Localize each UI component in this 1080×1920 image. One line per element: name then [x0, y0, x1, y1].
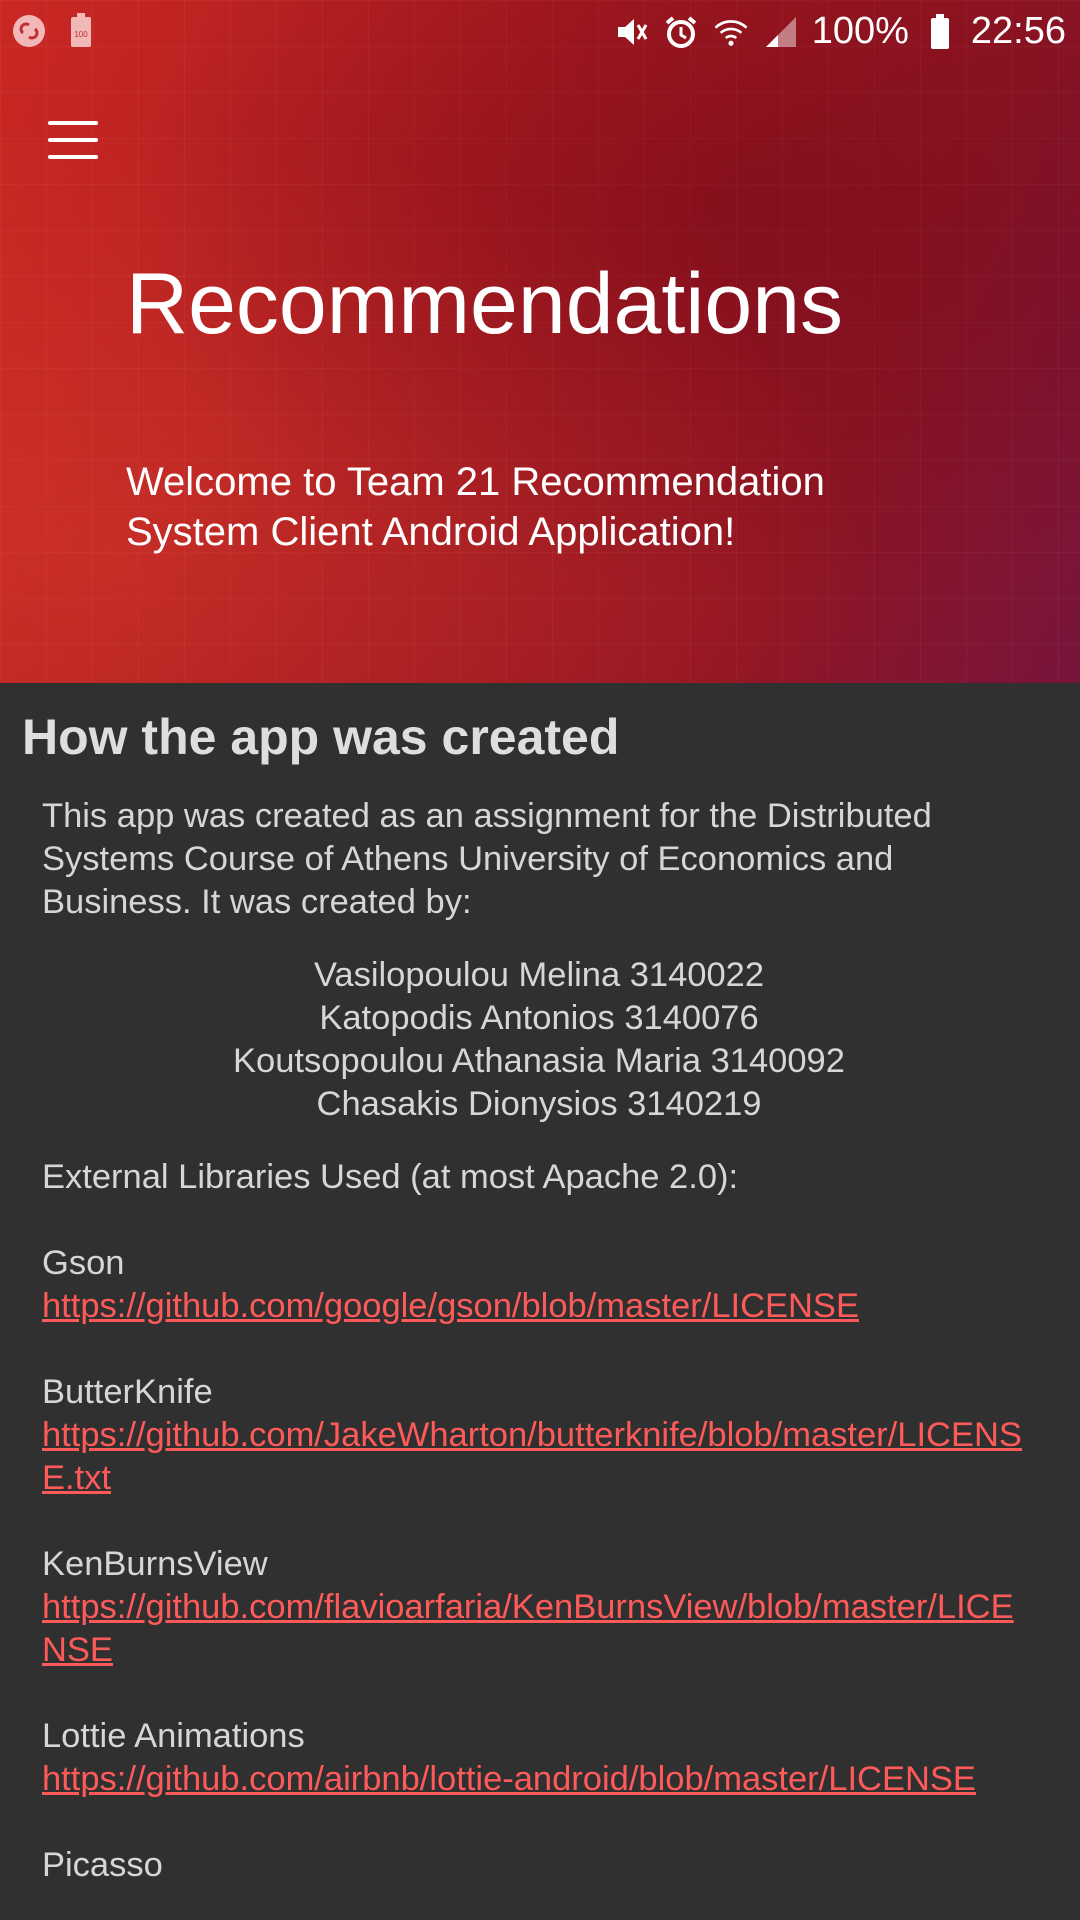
section-title: How the app was created — [22, 709, 620, 765]
battery-percent: 100% — [811, 10, 909, 52]
library-item: Lottie Animations https://github.com/air… — [0, 1715, 1080, 1801]
library-name-partial: Picasso — [42, 1846, 163, 1884]
page-title: Recommendations — [126, 256, 844, 352]
intro-text: This app was created as an assignment fo… — [42, 797, 932, 921]
battery-saver-icon: 100 — [62, 12, 100, 50]
signal-icon — [762, 13, 800, 51]
shazam-icon — [10, 12, 48, 50]
clock: 22:56 — [970, 10, 1066, 52]
mute-icon — [612, 13, 650, 51]
author-item: Vasilopoulou Melina 3140022 — [313, 956, 765, 994]
library-name: ButterKnife — [42, 1373, 213, 1411]
library-license-link[interactable]: https://github.com/JakeWharton/butterkni… — [42, 1414, 1036, 1500]
wifi-icon — [712, 13, 750, 51]
library-name: Lottie Animations — [42, 1717, 305, 1755]
menu-icon[interactable] — [40, 115, 106, 165]
library-item: Gson https://github.com/google/gson/blob… — [0, 1242, 1080, 1328]
alarm-icon — [662, 13, 700, 51]
library-license-link[interactable]: https://github.com/airbnb/lottie-android… — [42, 1758, 1036, 1801]
authors-list: Vasilopoulou Melina 3140022 Katopodis An… — [0, 954, 1080, 1126]
library-license-link[interactable]: https://github.com/google/gson/blob/mast… — [42, 1285, 1036, 1328]
library-name: Gson — [42, 1244, 125, 1282]
library-license-link[interactable]: https://github.com/flavioarfaria/KenBurn… — [42, 1586, 1036, 1672]
libraries-title: External Libraries Used (at most Apache … — [42, 1158, 739, 1196]
library-item: ButterKnife https://github.com/JakeWhart… — [0, 1371, 1080, 1500]
author-item: Katopodis Antonios 3140076 — [319, 999, 759, 1037]
library-item: KenBurnsView https://github.com/flavioar… — [0, 1543, 1080, 1672]
battery-icon — [921, 13, 959, 51]
status-bar: 100 100% 22:56 — [0, 0, 1080, 66]
author-item: Koutsopoulou Athanasia Maria 3140092 — [233, 1042, 845, 1080]
author-item: Chasakis Dionysios 3140219 — [316, 1085, 762, 1123]
library-name: KenBurnsView — [42, 1545, 268, 1583]
svg-text:100: 100 — [74, 30, 88, 39]
about-content: How the app was created This app was cre… — [0, 683, 1080, 1887]
header-banner: 100 100% 22:56 Recommendations Welcome t… — [0, 0, 1080, 683]
welcome-subtitle: Welcome to Team 21 Recommendation System… — [126, 460, 825, 554]
